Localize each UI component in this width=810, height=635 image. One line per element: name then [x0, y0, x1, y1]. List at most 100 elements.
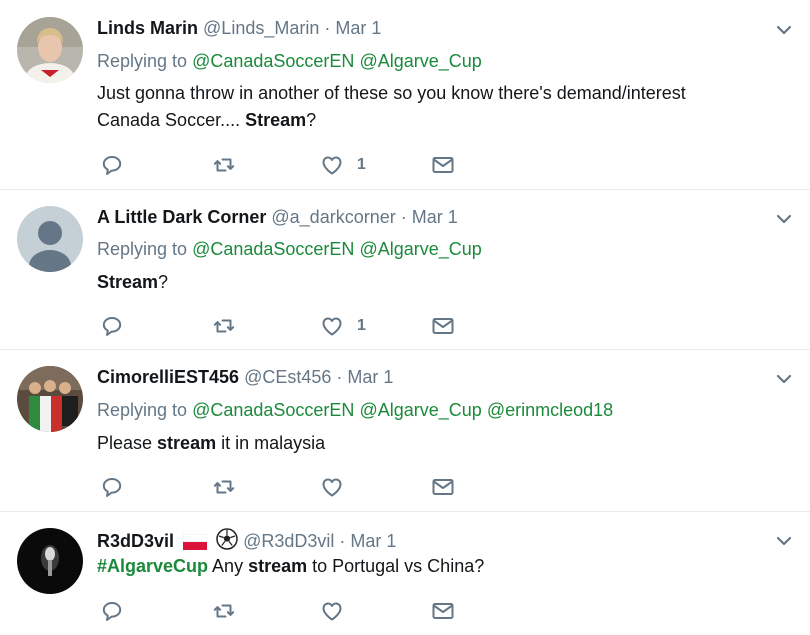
tweet-item[interactable]: A Little Dark Corner @a_darkcorner · Mar…	[0, 190, 810, 350]
like-icon	[320, 475, 344, 499]
text-segment: ?	[158, 272, 169, 292]
replying-to-label: Replying to	[97, 51, 188, 71]
tweet-item[interactable]: Linds Marin @Linds_Marin · Mar 1 Replyin…	[0, 0, 810, 190]
reply-button[interactable]	[100, 599, 124, 623]
tweet-header: A Little Dark Corner @a_darkcorner · Mar…	[97, 206, 458, 228]
reply-icon	[100, 475, 124, 499]
tweet-header: R3dD3vil @R3dD3vil · Mar 1	[97, 528, 396, 552]
reply-icon	[100, 153, 124, 177]
user-name[interactable]: A Little Dark Corner	[97, 207, 266, 227]
tweet-item[interactable]: R3dD3vil @R3dD3vil · Mar 1 #AlgarveCup A…	[0, 512, 810, 635]
reply-icon	[100, 599, 124, 623]
tweet-text: Please stream it in malaysia	[97, 430, 777, 457]
user-handle[interactable]: @Linds_Marin	[203, 18, 319, 38]
hashtag-link[interactable]: #AlgarveCup	[97, 556, 208, 576]
retweet-icon	[212, 153, 236, 177]
replying-to: Replying to @CanadaSoccerEN @Algarve_Cup	[97, 238, 482, 260]
avatar[interactable]	[17, 366, 83, 432]
chevron-down-icon[interactable]	[774, 531, 794, 551]
like-button[interactable]: 1	[320, 153, 366, 177]
mention-link[interactable]: @CanadaSoccerEN	[192, 400, 354, 420]
mention-link[interactable]: @Algarve_Cup	[359, 400, 481, 420]
tweet-date[interactable]: Mar 1	[350, 531, 396, 551]
separator-dot: ·	[400, 207, 407, 227]
tweet-text: #AlgarveCup Any stream to Portugal vs Ch…	[97, 553, 777, 580]
retweet-icon	[212, 475, 236, 499]
user-name[interactable]: R3dD3vil	[97, 531, 174, 551]
retweet-button[interactable]	[212, 314, 236, 338]
tweet-text-line: Stream?	[97, 269, 777, 296]
like-button[interactable]: 1	[320, 314, 366, 338]
like-count: 1	[357, 317, 366, 334]
tweet-text-line: Just gonna throw in another of these so …	[97, 83, 686, 103]
soccer-ball-icon	[216, 528, 238, 550]
text-segment: Please	[97, 433, 158, 453]
reply-button[interactable]	[100, 153, 124, 177]
tweet-feed: Linds Marin @Linds_Marin · Mar 1 Replyin…	[0, 0, 810, 635]
avatar[interactable]	[17, 528, 83, 594]
message-icon	[431, 475, 455, 499]
mention-link[interactable]: @erinmcleod18	[487, 400, 613, 420]
like-button[interactable]	[320, 475, 344, 499]
highlight-keyword: Stream	[97, 272, 159, 292]
tweet-actions: 1	[100, 314, 500, 338]
like-count: 1	[357, 156, 366, 173]
message-icon	[431, 153, 455, 177]
tweet-actions: 1	[100, 153, 500, 177]
like-icon	[320, 153, 344, 177]
text-segment: ?	[306, 110, 317, 130]
reply-icon	[100, 314, 124, 338]
tweet-date[interactable]: Mar 1	[335, 18, 381, 38]
chevron-down-icon[interactable]	[774, 209, 794, 229]
mention-link[interactable]: @Algarve_Cup	[359, 51, 481, 71]
like-icon	[320, 314, 344, 338]
user-handle[interactable]: @a_darkcorner	[271, 207, 395, 227]
separator-dot: ·	[324, 18, 331, 38]
text-segment: it in malaysia	[216, 433, 326, 453]
message-button[interactable]	[431, 153, 455, 177]
chevron-down-icon[interactable]	[774, 369, 794, 389]
retweet-button[interactable]	[212, 153, 236, 177]
tweet-item[interactable]: CimorelliEST456 @CEst456 · Mar 1 Replyin…	[0, 350, 810, 512]
highlight-keyword: Stream	[245, 110, 307, 130]
message-button[interactable]	[431, 475, 455, 499]
tweet-text-line: Canada Soccer.... Stream?	[97, 107, 777, 134]
poland-flag-icon	[183, 534, 208, 550]
avatar[interactable]	[17, 17, 83, 83]
tweet-date[interactable]: Mar 1	[412, 207, 458, 227]
retweet-icon	[212, 599, 236, 623]
chevron-down-icon[interactable]	[774, 20, 794, 40]
retweet-icon	[212, 314, 236, 338]
separator-dot: ·	[339, 531, 346, 551]
highlight-keyword: stream	[157, 433, 217, 453]
reply-button[interactable]	[100, 314, 124, 338]
like-icon	[320, 599, 344, 623]
user-handle[interactable]: @CEst456	[244, 367, 331, 387]
reply-button[interactable]	[100, 475, 124, 499]
tweet-text: Stream?	[97, 269, 777, 296]
tweet-header: Linds Marin @Linds_Marin · Mar 1	[97, 17, 381, 39]
user-handle[interactable]: @R3dD3vil	[243, 531, 334, 551]
message-button[interactable]	[431, 314, 455, 338]
replying-to-label: Replying to	[97, 239, 188, 259]
like-button[interactable]	[320, 599, 344, 623]
mention-link[interactable]: @Algarve_Cup	[359, 239, 481, 259]
user-name[interactable]: Linds Marin	[97, 18, 198, 38]
user-name[interactable]: CimorelliEST456	[97, 367, 239, 387]
message-button[interactable]	[431, 599, 455, 623]
mention-link[interactable]: @CanadaSoccerEN	[192, 239, 354, 259]
tweet-actions	[100, 599, 500, 623]
tweet-date[interactable]: Mar 1	[347, 367, 393, 387]
retweet-button[interactable]	[212, 475, 236, 499]
replying-to-label: Replying to	[97, 400, 188, 420]
text-segment: Canada Soccer....	[97, 110, 246, 130]
replying-to: Replying to @CanadaSoccerEN @Algarve_Cup…	[97, 399, 613, 421]
retweet-button[interactable]	[212, 599, 236, 623]
tweet-text: Just gonna throw in another of these so …	[97, 80, 777, 134]
mention-link[interactable]: @CanadaSoccerEN	[192, 51, 354, 71]
message-icon	[431, 314, 455, 338]
text-segment: Any	[208, 556, 249, 576]
tweet-actions	[100, 475, 500, 499]
tweet-text-line: Please stream it in malaysia	[97, 430, 777, 457]
avatar[interactable]	[17, 206, 83, 272]
